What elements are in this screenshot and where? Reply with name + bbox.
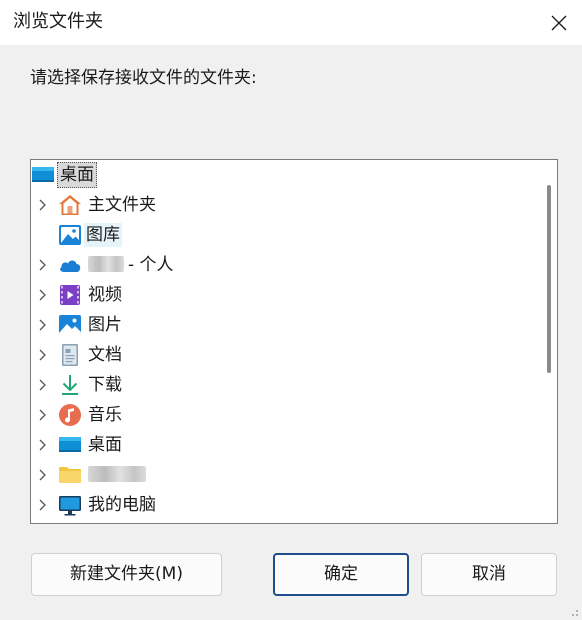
new-folder-button[interactable]: 新建文件夹(M)	[31, 553, 222, 596]
tree-item-label: 我的电脑	[88, 495, 156, 515]
tree-item-label: 桌面	[88, 435, 122, 455]
chevron-right-icon[interactable]	[36, 409, 48, 421]
tree-item-home[interactable]: 主文件夹	[31, 190, 537, 220]
window-title: 浏览文件夹	[13, 11, 103, 32]
chevron-right-icon[interactable]	[36, 289, 48, 301]
tree-item-pictures[interactable]: 图片	[31, 310, 537, 340]
folder-tree[interactable]: 桌面 主文件夹 图库 - 个人 视频 图片 文档 下载 音乐 桌面 我的电脑	[30, 159, 558, 524]
tree-item-label: 音乐	[88, 405, 122, 425]
tree-item-label: 主文件夹	[88, 195, 156, 215]
ok-button[interactable]: 确定	[273, 553, 409, 596]
tree-item-desktop[interactable]: 桌面	[31, 430, 537, 460]
tree-item-onedrive[interactable]: - 个人	[31, 250, 537, 280]
desktop-icon	[59, 437, 81, 452]
browse-folder-dialog: 浏览文件夹 请选择保存接收文件的文件夹: 桌面 主文件夹 图库 - 个人 视频 …	[0, 0, 582, 620]
tree-root-desktop[interactable]: 桌面	[31, 160, 537, 190]
chevron-right-icon[interactable]	[36, 349, 48, 361]
tree-item-computer[interactable]: 我的电脑	[31, 490, 537, 520]
tree-item-documents[interactable]: 文档	[31, 340, 537, 370]
music-icon	[59, 404, 81, 426]
tree-item-folder[interactable]	[31, 460, 537, 490]
title-bar: 浏览文件夹	[0, 0, 582, 45]
chevron-right-icon[interactable]	[36, 499, 48, 511]
close-button[interactable]	[536, 0, 582, 45]
tree-item-label	[86, 463, 152, 487]
scrollbar-thumb[interactable]	[547, 185, 551, 373]
resize-grip-icon[interactable]	[569, 607, 579, 617]
chevron-right-icon[interactable]	[36, 199, 48, 211]
tree-item-label: 图库	[84, 223, 122, 247]
tree-item-gallery[interactable]: 图库	[31, 220, 537, 250]
chevron-right-icon[interactable]	[36, 469, 48, 481]
tree-item-videos[interactable]: 视频	[31, 280, 537, 310]
close-icon	[551, 15, 567, 30]
tree-root-label: 桌面	[57, 162, 97, 188]
chevron-right-icon[interactable]	[36, 439, 48, 451]
redacted-text	[88, 256, 124, 272]
tree-item-label: 下载	[88, 375, 122, 395]
tree-item-label-text: - 个人	[128, 255, 174, 275]
videos-icon	[60, 285, 80, 305]
redacted-text	[88, 466, 146, 482]
computer-icon	[59, 496, 81, 516]
onedrive-cloud-icon	[60, 260, 81, 272]
chevron-right-icon[interactable]	[36, 319, 48, 331]
tree-item-label: 文档	[88, 345, 122, 365]
chevron-right-icon[interactable]	[36, 379, 48, 391]
documents-icon	[62, 344, 78, 366]
vertical-scrollbar[interactable]	[537, 160, 557, 523]
downloads-icon	[62, 375, 78, 395]
tree-item-music[interactable]: 音乐	[31, 400, 537, 430]
folder-icon	[59, 467, 81, 483]
tree-item-label: 视频	[88, 285, 122, 305]
cancel-button[interactable]: 取消	[421, 553, 557, 596]
tree-item-downloads[interactable]: 下载	[31, 370, 537, 400]
tree-item-label: - 个人	[86, 253, 176, 277]
tree-item-label: 图片	[88, 315, 122, 335]
instruction-text: 请选择保存接收文件的文件夹:	[30, 68, 257, 88]
pictures-icon	[59, 315, 81, 335]
chevron-right-icon[interactable]	[36, 259, 48, 271]
gallery-icon	[59, 225, 81, 245]
home-icon	[59, 195, 81, 215]
desktop-icon	[32, 167, 54, 182]
